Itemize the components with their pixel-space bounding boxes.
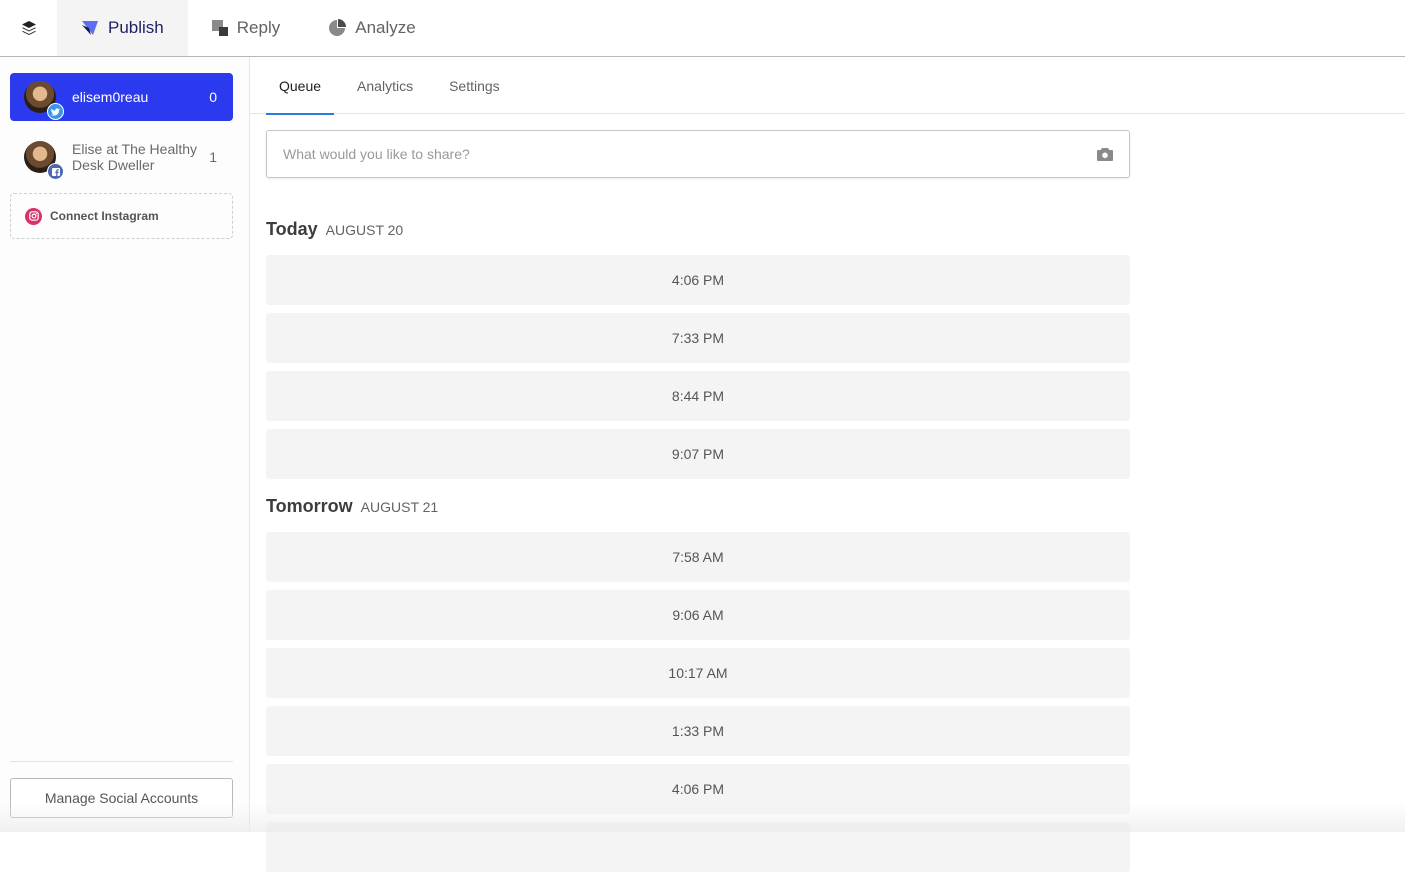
manage-social-accounts-button[interactable]: Manage Social Accounts <box>10 778 233 818</box>
queue-slot[interactable]: 4:06 PM <box>266 764 1130 814</box>
sub-tabs: Queue Analytics Settings <box>250 57 1405 114</box>
connect-instagram-label: Connect Instagram <box>50 209 159 223</box>
account-post-count: 0 <box>209 89 217 105</box>
queue-slot[interactable]: 4:06 PM <box>266 255 1130 305</box>
day-label: Today <box>266 219 318 240</box>
reply-icon <box>212 20 228 36</box>
tab-reply-label: Reply <box>237 18 280 38</box>
instagram-icon <box>25 208 42 225</box>
day-header-today: Today AUGUST 20 <box>266 219 403 240</box>
tab-publish-label: Publish <box>108 18 164 38</box>
day-label: Tomorrow <box>266 496 353 517</box>
queue-slot[interactable]: 9:06 AM <box>266 590 1130 640</box>
twitter-icon <box>47 103 64 120</box>
account-item-facebook[interactable]: Elise at The Healthy Desk Dweller 1 <box>10 129 233 185</box>
connect-instagram-button[interactable]: Connect Instagram <box>10 193 233 239</box>
account-name: Elise at The Healthy Desk Dweller <box>72 141 209 173</box>
queue-slot[interactable] <box>266 822 1130 872</box>
day-date: AUGUST 20 <box>326 222 404 238</box>
tab-settings[interactable]: Settings <box>436 57 513 114</box>
tab-reply[interactable]: Reply <box>188 0 304 56</box>
sidebar-divider <box>10 761 233 762</box>
main-content: Queue Analytics Settings Today AUGUST 20… <box>250 57 1405 832</box>
queue-slot[interactable]: 9:07 PM <box>266 429 1130 479</box>
camera-icon[interactable] <box>1097 148 1113 161</box>
avatar <box>24 141 56 173</box>
account-post-count: 1 <box>209 149 217 165</box>
account-item-twitter[interactable]: elisem0reau 0 <box>10 73 233 121</box>
tab-queue[interactable]: Queue <box>266 57 334 114</box>
top-nav: Publish Reply Analyze <box>0 0 1405 57</box>
publish-icon <box>81 20 99 36</box>
facebook-icon <box>47 163 64 180</box>
layers-icon <box>21 20 37 36</box>
sidebar: elisem0reau 0 Elise at The Healthy Desk … <box>0 57 250 832</box>
avatar <box>24 81 56 113</box>
queue-slot[interactable]: 7:33 PM <box>266 313 1130 363</box>
tab-publish[interactable]: Publish <box>57 0 188 56</box>
app-logo[interactable] <box>0 0 57 56</box>
queue-slot[interactable]: 7:58 AM <box>266 532 1130 582</box>
queue-slot[interactable]: 8:44 PM <box>266 371 1130 421</box>
queue-slot[interactable]: 1:33 PM <box>266 706 1130 756</box>
account-name: elisem0reau <box>72 89 209 105</box>
composer[interactable] <box>266 130 1130 178</box>
day-header-tomorrow: Tomorrow AUGUST 21 <box>266 496 438 517</box>
tab-analytics[interactable]: Analytics <box>344 57 426 114</box>
tab-analyze[interactable]: Analyze <box>304 0 439 56</box>
pie-chart-icon <box>328 19 346 37</box>
queue-slot[interactable]: 10:17 AM <box>266 648 1130 698</box>
day-date: AUGUST 21 <box>361 499 439 515</box>
share-input[interactable] <box>283 146 1097 162</box>
tab-analyze-label: Analyze <box>355 18 415 38</box>
